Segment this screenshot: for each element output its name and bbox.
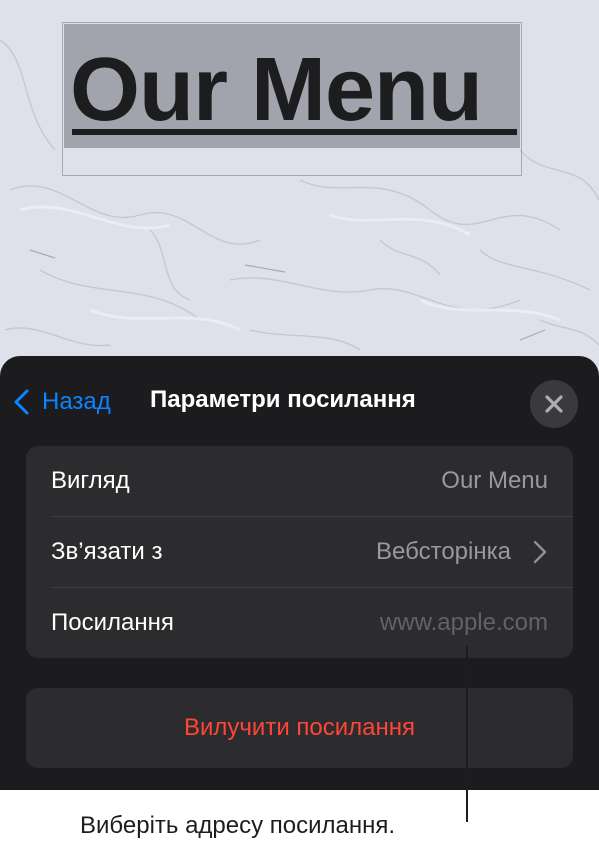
back-button-label: Назад [42, 388, 111, 415]
row-link-to-label: Зв’язати з [51, 538, 163, 565]
back-button[interactable]: Назад [12, 384, 111, 420]
link-address-field[interactable]: www.apple.com [380, 609, 548, 637]
close-button[interactable] [530, 380, 578, 428]
link-settings-popover: Назад Параметри посилання Вигляд Our Men… [0, 356, 599, 790]
callout-line [466, 646, 468, 822]
chevron-left-icon [14, 389, 29, 415]
callout-caption: Виберіть адресу посилання. [80, 812, 396, 839]
document-title[interactable]: Our Menu [70, 40, 522, 140]
row-display-label: Вигляд [51, 467, 130, 494]
row-display[interactable]: Вигляд Our Menu [26, 446, 573, 516]
row-link-to[interactable]: Зв’язати з Вебсторінка [26, 517, 573, 587]
row-display-value: Our Menu [441, 467, 548, 494]
remove-link-label: Вилучити посилання [184, 714, 415, 741]
chevron-right-icon [533, 540, 547, 564]
link-settings-group: Вигляд Our Menu Зв’язати з Вебсторінка П… [26, 446, 573, 658]
row-link-address[interactable]: Посилання www.apple.com [26, 588, 573, 658]
popover-title: Параметри посилання [150, 386, 416, 413]
close-icon [545, 395, 563, 413]
link-underline [72, 129, 517, 135]
remove-link-button[interactable]: Вилучити посилання [26, 688, 573, 768]
row-link-to-value: Вебсторінка [376, 538, 511, 565]
popover-nav-bar: Назад Параметри посилання [0, 356, 599, 448]
row-link-address-label: Посилання [51, 609, 174, 636]
